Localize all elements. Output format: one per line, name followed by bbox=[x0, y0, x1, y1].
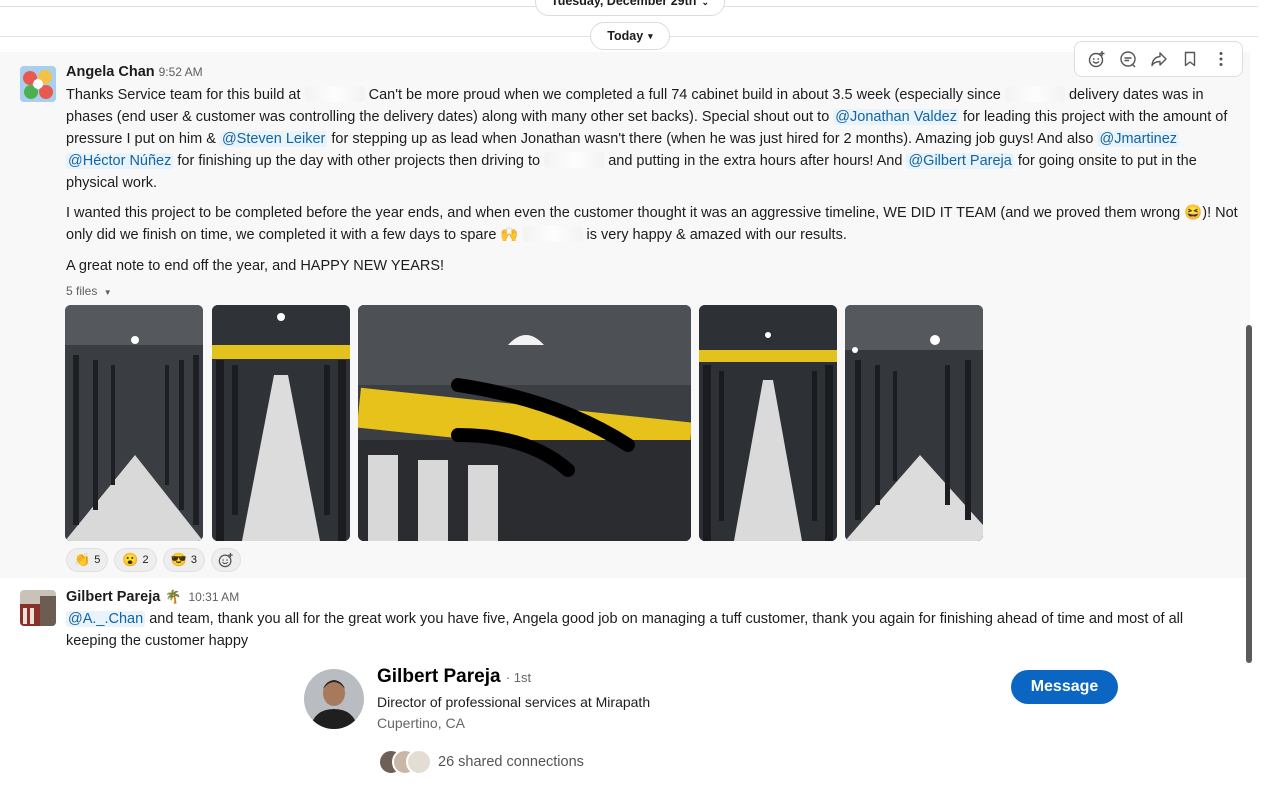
mention-jmartinez[interactable]: @Jmartinez bbox=[1097, 131, 1180, 147]
profile-name[interactable]: Gilbert Pareja bbox=[377, 666, 501, 687]
reaction-open-mouth[interactable]: 😮 2 bbox=[114, 548, 157, 572]
image-attachment-2[interactable] bbox=[212, 305, 350, 541]
avatar[interactable] bbox=[20, 590, 56, 626]
mention-gilbert-pareja[interactable]: @Gilbert Pareja bbox=[906, 153, 1014, 169]
message-paragraph-1: Thanks Service team for this build at Ca… bbox=[66, 84, 1241, 194]
profile-location: Cupertino, CA bbox=[377, 715, 465, 731]
add-reaction-icon bbox=[218, 552, 233, 568]
more-actions-icon[interactable] bbox=[1208, 46, 1234, 72]
clap-emoji-icon: 👏 bbox=[74, 552, 91, 567]
redacted-text bbox=[544, 152, 605, 168]
caret-down-icon: ▼ bbox=[103, 288, 112, 297]
message-timestamp[interactable]: 10:31 AM bbox=[188, 590, 239, 604]
open-mouth-emoji-icon: 😮 bbox=[122, 552, 139, 567]
reply-thread-icon[interactable] bbox=[1115, 46, 1141, 72]
connection-degree: · 1st bbox=[505, 670, 532, 685]
date-pill-today[interactable]: Today ▾ bbox=[590, 22, 670, 50]
share-icon[interactable] bbox=[1146, 46, 1172, 72]
message-paragraph-2: I wanted this project to be completed be… bbox=[66, 202, 1241, 246]
author-name[interactable]: Angela Chan bbox=[66, 64, 155, 80]
mention-a-chan[interactable]: @A._.Chan bbox=[66, 611, 146, 627]
date-pill-previous[interactable]: Tuesday, December 29th ⌄ bbox=[535, 0, 725, 16]
add-reaction-button[interactable] bbox=[210, 548, 241, 572]
files-toggle[interactable]: 5 files ▼ bbox=[66, 284, 112, 298]
message-text: for finishing up the day with other proj… bbox=[177, 153, 541, 169]
avatar bbox=[406, 749, 432, 775]
image-attachment-1[interactable] bbox=[65, 305, 203, 541]
profile-avatar[interactable] bbox=[304, 669, 364, 729]
redacted-text bbox=[304, 86, 365, 102]
message-text: I wanted this project to be completed be… bbox=[66, 205, 1181, 221]
redacted-text bbox=[1004, 86, 1065, 102]
scrollbar-thumb[interactable] bbox=[1246, 325, 1252, 663]
message-text: for stepping up as lead when Jonathan wa… bbox=[331, 131, 1094, 147]
chevron-down-icon: ⌄ bbox=[701, 0, 709, 7]
profile-headline: Director of professional services at Mir… bbox=[377, 694, 651, 710]
reaction-count: 3 bbox=[190, 554, 197, 566]
author-name[interactable]: Gilbert Pareja bbox=[66, 589, 160, 605]
files-count-label: 5 files bbox=[66, 284, 98, 298]
image-attachment-5[interactable] bbox=[845, 305, 983, 541]
reaction-sunglasses[interactable]: 😎 3 bbox=[162, 548, 205, 572]
status-emoji-icon[interactable]: 🌴 bbox=[165, 589, 181, 605]
bookmark-icon[interactable] bbox=[1177, 46, 1203, 72]
reaction-count: 5 bbox=[94, 554, 101, 566]
mention-steven-leiker[interactable]: @Steven Leiker bbox=[219, 131, 328, 147]
reaction-count: 2 bbox=[142, 554, 149, 566]
image-attachment-4[interactable] bbox=[699, 305, 837, 541]
message-text: is very happy & amazed with our results. bbox=[586, 227, 847, 243]
mention-hector-nunez[interactable]: @Héctor Núñez bbox=[66, 153, 174, 169]
add-reaction-icon[interactable] bbox=[1084, 46, 1110, 72]
image-attachment-3[interactable] bbox=[358, 305, 691, 541]
redacted-text bbox=[522, 226, 583, 242]
date-pill-previous-label: Tuesday, December 29th bbox=[551, 0, 697, 8]
message-paragraph-3: A great note to end off the year, and HA… bbox=[66, 258, 445, 274]
reactions-bar: 👏 5 😮 2 😎 3 bbox=[66, 548, 241, 572]
message-header: Gilbert Pareja 🌴 10:31 AM bbox=[66, 589, 239, 605]
profile-name-row: Gilbert Pareja · 1st bbox=[377, 666, 531, 688]
date-pill-today-label: Today bbox=[607, 29, 644, 43]
message-timestamp[interactable]: 9:52 AM bbox=[159, 65, 203, 79]
message-actions-toolbar bbox=[1074, 41, 1243, 77]
reaction-clap[interactable]: 👏 5 bbox=[66, 548, 109, 572]
chevron-down-icon: ▾ bbox=[648, 30, 653, 41]
raised-hands-emoji-icon: 🙌 bbox=[500, 227, 519, 243]
message-paragraph: @A._.Chan and team, thank you all for th… bbox=[66, 608, 1236, 652]
message-text: and team, thank you all for the great wo… bbox=[66, 611, 1184, 649]
message-button[interactable]: Message bbox=[1011, 670, 1118, 704]
shared-connections-label: 26 shared connections bbox=[438, 754, 584, 770]
sunglasses-emoji-icon: 😎 bbox=[170, 552, 187, 567]
mention-jonathan-valdez[interactable]: @Jonathan Valdez bbox=[833, 109, 959, 125]
message-text: and putting in the extra hours after hou… bbox=[608, 153, 903, 169]
shared-connections-avatars bbox=[378, 749, 432, 775]
avatar[interactable] bbox=[20, 66, 56, 102]
message-header: Angela Chan 9:52 AM bbox=[66, 64, 203, 80]
laughing-emoji-icon: 😆 bbox=[1184, 205, 1203, 221]
message-text: Can't be more proud when we completed a … bbox=[368, 87, 1001, 103]
message-text: Thanks Service team for this build at bbox=[66, 87, 301, 103]
shared-connections[interactable]: 26 shared connections bbox=[378, 749, 584, 775]
